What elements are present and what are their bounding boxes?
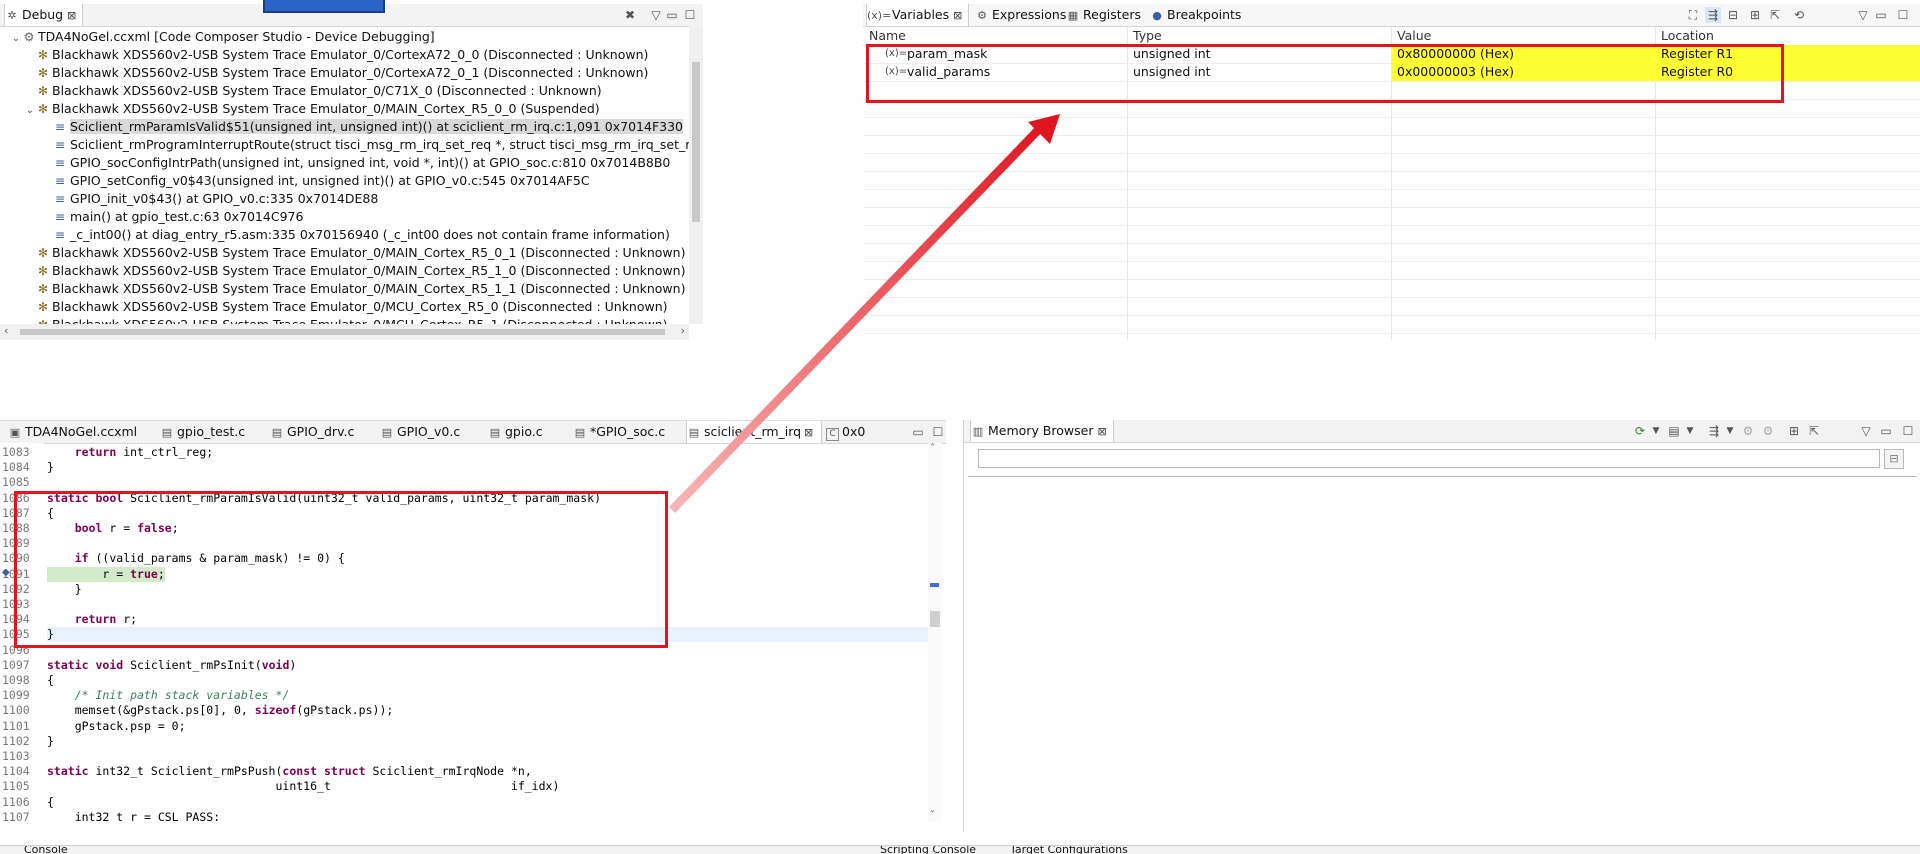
annotation-arrow (669, 114, 1060, 513)
arrow-shaft (669, 122, 1046, 513)
